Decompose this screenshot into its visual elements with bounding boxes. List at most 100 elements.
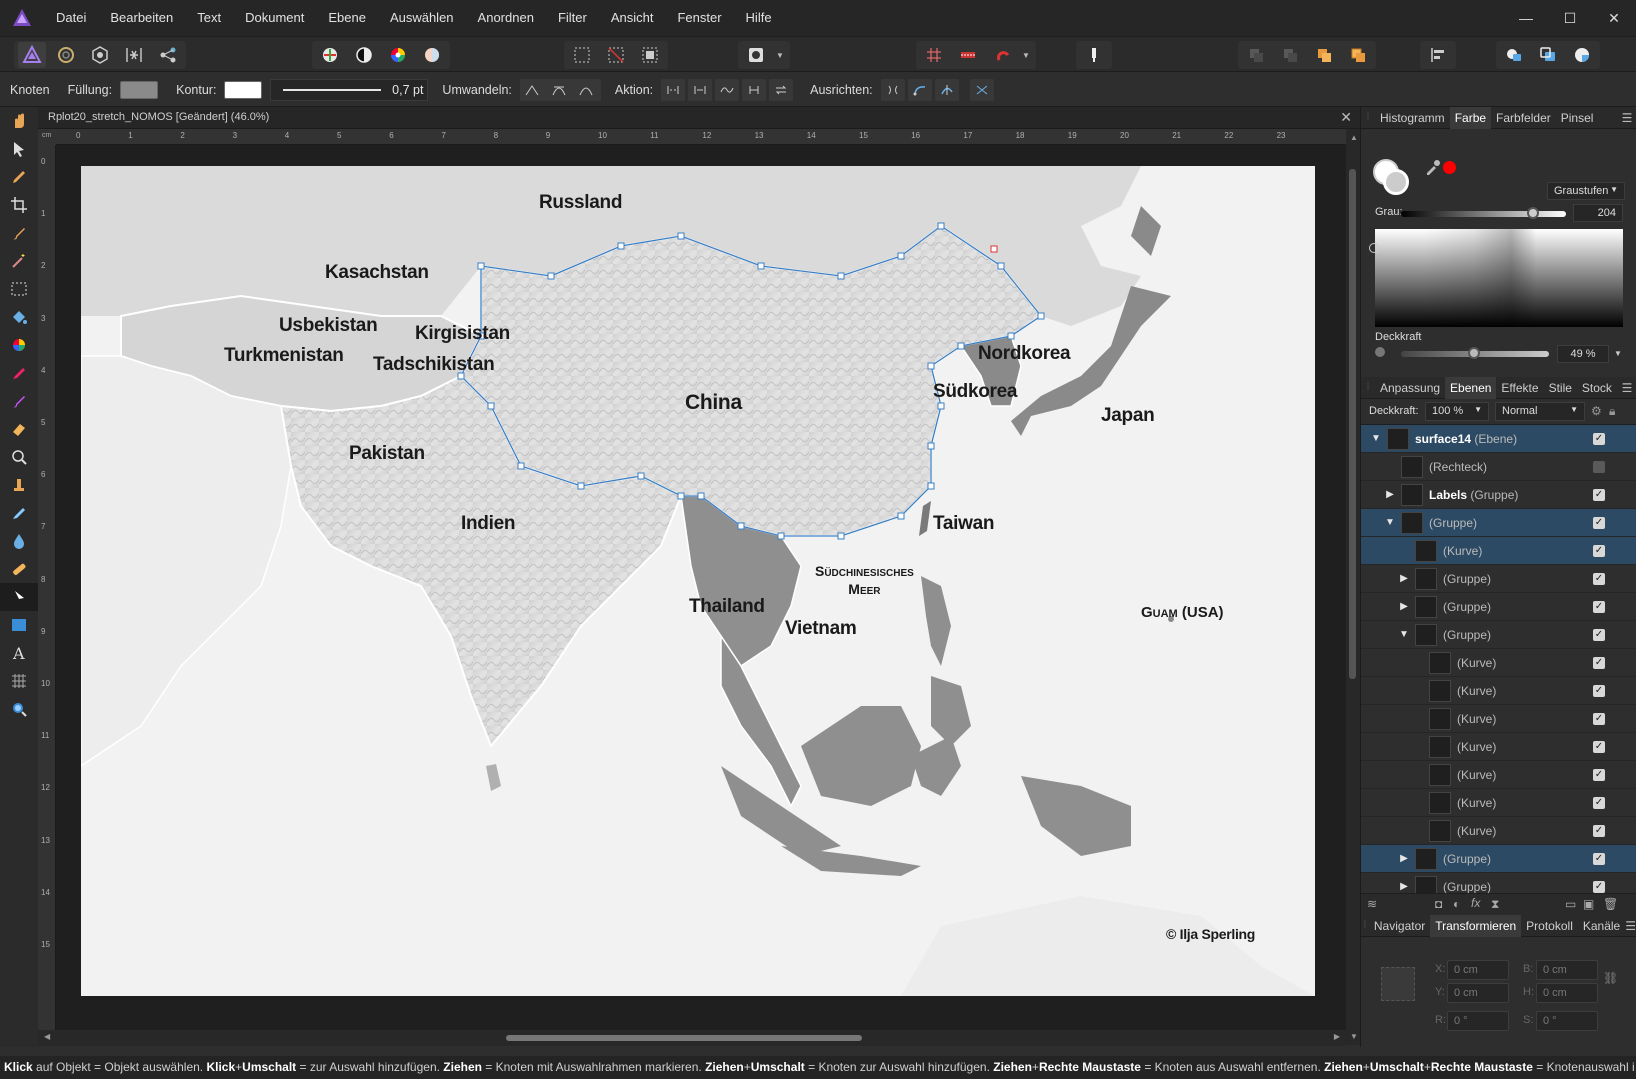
color-mode-select[interactable]: Graustufen ▼ [1547, 182, 1625, 200]
menu-hilfe[interactable]: Hilfe [734, 0, 784, 36]
label-usbekistan[interactable]: Usbekistan [279, 315, 378, 337]
distribute-nodes-icon[interactable] [934, 78, 959, 101]
pixel-alignment-icon[interactable] [1080, 42, 1108, 68]
expand-arrow-icon[interactable]: ▶ [1397, 601, 1411, 612]
snapping-dropdown-icon[interactable]: ▼ [1022, 51, 1032, 60]
menu-dokument[interactable]: Dokument [233, 0, 316, 36]
color-opacity-dropdown-icon[interactable]: ▼ [1611, 345, 1625, 363]
layer-visibility-checkbox[interactable]: ✓ [1593, 712, 1605, 725]
close-window-button[interactable]: ✕ [1592, 0, 1636, 36]
marquee-tool-icon[interactable] [0, 275, 38, 303]
layer-row[interactable]: ▼ (Gruppe) ✓ [1361, 621, 1636, 649]
align-left-icon[interactable] [1424, 42, 1452, 68]
label-indien[interactable]: Indien [461, 513, 515, 535]
scroll-down-icon[interactable]: ▼ [1350, 1032, 1358, 1041]
expand-arrow-icon[interactable]: ▶ [1397, 853, 1411, 864]
color-gradient-box[interactable] [1375, 229, 1623, 327]
marquee-icon[interactable] [568, 42, 596, 68]
layer-row[interactable]: ▼ (Gruppe) ✓ [1361, 509, 1636, 537]
layer-row[interactable]: (Kurve) ✓ [1361, 789, 1636, 817]
snapping-magnet-icon[interactable] [988, 42, 1016, 68]
menu-text[interactable]: Text [185, 0, 233, 36]
close-curve-icon[interactable] [688, 78, 713, 101]
eraser-icon[interactable] [0, 415, 38, 443]
join-curves-icon[interactable] [742, 78, 767, 101]
layer-row[interactable]: (Kurve) ✓ [1361, 733, 1636, 761]
tab-effekte[interactable]: Effekte [1496, 377, 1543, 399]
pixel-brush-icon[interactable] [0, 359, 38, 387]
menu-ebene[interactable]: Ebene [316, 0, 378, 36]
stroke-width-slider[interactable]: 0,7 pt [270, 78, 429, 101]
layer-row[interactable]: (Kurve) ✓ [1361, 649, 1636, 677]
layer-visibility-checkbox[interactable]: ✓ [1593, 572, 1605, 585]
rectangle-tool-icon[interactable] [0, 611, 38, 639]
layer-row[interactable]: ▶ (Gruppe) ✓ [1361, 593, 1636, 621]
label-copyright[interactable]: © Ilja Sperling [1166, 926, 1255, 942]
contrast-icon[interactable] [350, 42, 378, 68]
layer-row[interactable]: (Kurve) ✓ [1361, 817, 1636, 845]
panel-grip-icon[interactable]: ⁞ [1361, 112, 1375, 123]
expand-arrow-icon[interactable]: ▶ [1397, 881, 1411, 892]
break-curve-icon[interactable] [661, 78, 686, 101]
retouch-brush-icon[interactable] [0, 499, 38, 527]
label-pakistan[interactable]: Pakistan [349, 443, 425, 465]
layer-row[interactable]: (Kurve) ✓ [1361, 761, 1636, 789]
layer-settings-icon[interactable]: ⚙ [1591, 404, 1602, 418]
tab-stile[interactable]: Stile [1544, 377, 1577, 399]
adjustment-icon[interactable]: ◐ [1453, 897, 1460, 911]
align-nodes-icon[interactable] [880, 78, 905, 101]
tab-ebenen[interactable]: Ebenen [1445, 376, 1497, 399]
hand-tool-icon[interactable] [0, 107, 38, 135]
layer-visibility-checkbox[interactable]: ✓ [1593, 768, 1605, 781]
menu-ansicht[interactable]: Ansicht [599, 0, 666, 36]
scroll-up-icon[interactable]: ▲ [1350, 133, 1358, 142]
smooth-curve-icon[interactable] [715, 78, 740, 101]
label-vietnam[interactable]: Vietnam [785, 618, 857, 640]
color-brush-icon[interactable] [0, 387, 38, 415]
layer-visibility-checkbox[interactable]: ✓ [1593, 880, 1605, 893]
move-back-icon[interactable] [1242, 42, 1270, 68]
pen-tool-icon[interactable] [0, 163, 38, 191]
color-picker-wheel-icon[interactable] [0, 331, 38, 359]
layer-row[interactable]: ▶ (Gruppe) ✓ [1361, 565, 1636, 593]
clone-stamp-icon[interactable] [0, 471, 38, 499]
document-tab[interactable]: Rplot20_stretch_NOMOS [Geändert] (46.0%)… [38, 107, 1360, 129]
layer-opacity-field[interactable]: 100 % ▼ [1425, 402, 1489, 421]
panel-grip-icon[interactable]: ⁞ [1361, 382, 1375, 393]
smooth-node-icon[interactable] [546, 78, 571, 101]
new-layer-icon[interactable]: ▣ [1583, 897, 1594, 911]
layer-visibility-checkbox[interactable]: ✓ [1593, 432, 1605, 445]
move-front-icon[interactable] [1344, 42, 1372, 68]
color-picker-handle[interactable] [1369, 243, 1379, 253]
fx-icon[interactable]: fx [1471, 896, 1480, 910]
menu-bearbeiten[interactable]: Bearbeiten [98, 0, 185, 36]
layer-row[interactable]: ▶ (Gruppe) ✓ [1361, 845, 1636, 873]
y-field[interactable]: 0 cm [1447, 983, 1509, 1003]
fill-tool-icon[interactable] [0, 303, 38, 331]
panel-menu-icon[interactable]: ☰ [1618, 381, 1636, 395]
layer-row[interactable]: (Kurve) ✓ [1361, 677, 1636, 705]
label-turkmenistan[interactable]: Turkmenistan [224, 345, 344, 367]
anchor-selector-icon[interactable] [1381, 967, 1415, 1001]
layer-row[interactable]: ▼ surface14 (Ebene) ✓ [1361, 425, 1636, 453]
move-tool-icon[interactable] [0, 135, 38, 163]
tab-kan-le[interactable]: Kanäle [1578, 915, 1625, 937]
crop-tool-icon[interactable] [0, 191, 38, 219]
layer-row[interactable]: ▶ Labels (Gruppe) ✓ [1361, 481, 1636, 509]
transform-mode-icon[interactable] [969, 78, 994, 101]
vertical-ruler[interactable]: 0 1 2 3 4 5 6 7 8 9 10 11 12 13 14 15 [38, 145, 56, 1030]
menu-fenster[interactable]: Fenster [665, 0, 733, 36]
mesh-tool-icon[interactable] [0, 667, 38, 695]
levels-icon[interactable] [316, 42, 344, 68]
maximize-button[interactable]: ☐ [1548, 0, 1592, 36]
map-artboard[interactable]: Russland Kasachstan Usbekistan Kirgisist… [81, 166, 1315, 996]
pixel-persona-icon[interactable] [52, 42, 80, 68]
expand-arrow-icon[interactable]: ▶ [1383, 489, 1397, 500]
collapse-arrow-icon[interactable]: ▼ [1369, 433, 1383, 444]
gray-slider-handle[interactable] [1527, 207, 1539, 219]
view-mode-icon[interactable] [742, 42, 770, 68]
menu-filter[interactable]: Filter [546, 0, 599, 36]
link-icon[interactable]: ⛓︎ [1603, 971, 1618, 985]
tab-protokoll[interactable]: Protokoll [1521, 915, 1578, 937]
scroll-left-icon[interactable]: ◀ [44, 1032, 50, 1041]
